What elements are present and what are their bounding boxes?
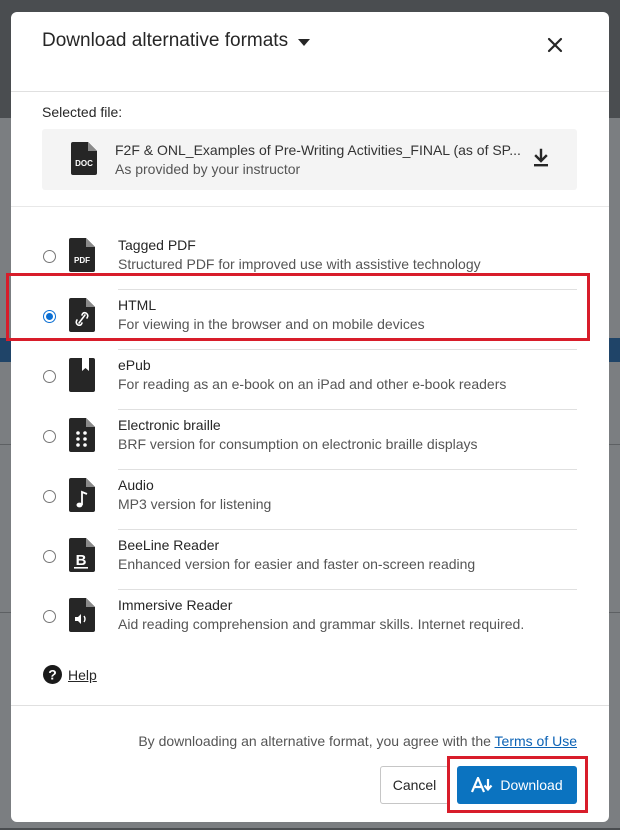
format-radio[interactable] — [43, 370, 56, 383]
help-label: Help — [68, 666, 97, 683]
format-option-electronic-braille[interactable]: Electronic braille BRF version for consum… — [11, 410, 609, 470]
format-description: Enhanced version for easier and faster o… — [118, 556, 476, 572]
format-description: For viewing in the browser and on mobile… — [118, 316, 425, 332]
format-radio[interactable] — [43, 550, 56, 563]
doc-file-icon: DOC — [71, 142, 97, 175]
dialog-header: Download alternative formats — [11, 12, 609, 92]
dialog-footer: By downloading an alternative format, yo… — [11, 705, 609, 822]
link-file-icon — [69, 298, 95, 332]
format-radio[interactable] — [43, 610, 56, 623]
format-radio[interactable] — [43, 490, 56, 503]
format-radio[interactable] — [43, 250, 56, 263]
svg-text:B: B — [76, 552, 87, 569]
format-description: BRF version for consumption on electroni… — [118, 436, 478, 452]
download-icon[interactable] — [532, 148, 550, 168]
format-name: Immersive Reader — [118, 597, 233, 613]
selected-file-label: Selected file: — [42, 104, 123, 120]
format-option-beeline-reader[interactable]: B BeeLine Reader Enhanced version for easi… — [11, 530, 609, 590]
close-icon[interactable] — [544, 34, 566, 56]
terms-of-use-link[interactable]: Terms of Use — [495, 733, 577, 749]
svg-text:DOC: DOC — [75, 159, 93, 168]
caret-down-icon — [298, 38, 311, 46]
braille-file-icon — [69, 418, 95, 452]
download-button[interactable]: Download — [457, 766, 577, 804]
format-option-audio[interactable]: Audio MP3 version for listening — [11, 470, 609, 530]
format-description: For reading as an e-book on an iPad and … — [118, 376, 507, 392]
terms-notice: By downloading an alternative format, yo… — [138, 733, 577, 749]
help-link[interactable]: ? Help — [43, 665, 97, 684]
selected-file-card: DOC F2F & ONL_Examples of Pre-Writing Ac… — [42, 129, 577, 190]
format-name: HTML — [118, 297, 157, 313]
music-file-icon — [69, 478, 95, 512]
format-radio[interactable] — [43, 430, 56, 443]
format-description: MP3 version for listening — [118, 496, 272, 512]
pdf-file-icon: PDF — [69, 238, 95, 272]
beeline-file-icon: B — [69, 538, 95, 572]
format-name: Electronic braille — [118, 417, 221, 433]
terms-text: By downloading an alternative format, yo… — [138, 733, 491, 749]
format-option-epub[interactable]: ePub For reading as an e-book on an iPad … — [11, 350, 609, 410]
format-name: ePub — [118, 357, 151, 373]
format-description: Structured PDF for improved use with ass… — [118, 256, 481, 272]
format-option-html[interactable]: HTML For viewing in the browser and on mo… — [11, 290, 609, 350]
selected-file-source: As provided by your instructor — [115, 161, 301, 177]
selected-file-name: F2F & ONL_Examples of Pre-Writing Activi… — [115, 142, 521, 158]
svg-text:?: ? — [48, 667, 57, 683]
dialog-title-text: Download alternative formats — [42, 30, 289, 51]
dialog-title[interactable]: Download alternative formats — [42, 30, 311, 52]
download-alternative-formats-dialog: Download alternative formats Selected fi… — [11, 12, 609, 822]
speaker-file-icon — [69, 598, 95, 632]
format-option-immersive-reader[interactable]: Immersive Reader Aid reading comprehensio… — [11, 590, 609, 650]
help-icon: ? — [43, 665, 62, 684]
format-description: Aid reading comprehension and grammar sk… — [118, 616, 525, 632]
cancel-button[interactable]: Cancel — [380, 766, 449, 804]
format-name: BeeLine Reader — [118, 537, 220, 553]
accessible-download-icon — [471, 777, 493, 793]
format-radio[interactable] — [43, 310, 56, 323]
format-name: Tagged PDF — [118, 237, 196, 253]
format-name: Audio — [118, 477, 154, 493]
svg-text:PDF: PDF — [74, 256, 90, 265]
bookmark-file-icon — [69, 358, 95, 392]
selected-file-section: Selected file: DOC F2F & ONL_Examples of… — [11, 93, 609, 207]
format-option-tagged-pdf[interactable]: PDF Tagged PDF Structured PDF for improved… — [11, 230, 609, 290]
download-button-label: Download — [500, 777, 563, 793]
